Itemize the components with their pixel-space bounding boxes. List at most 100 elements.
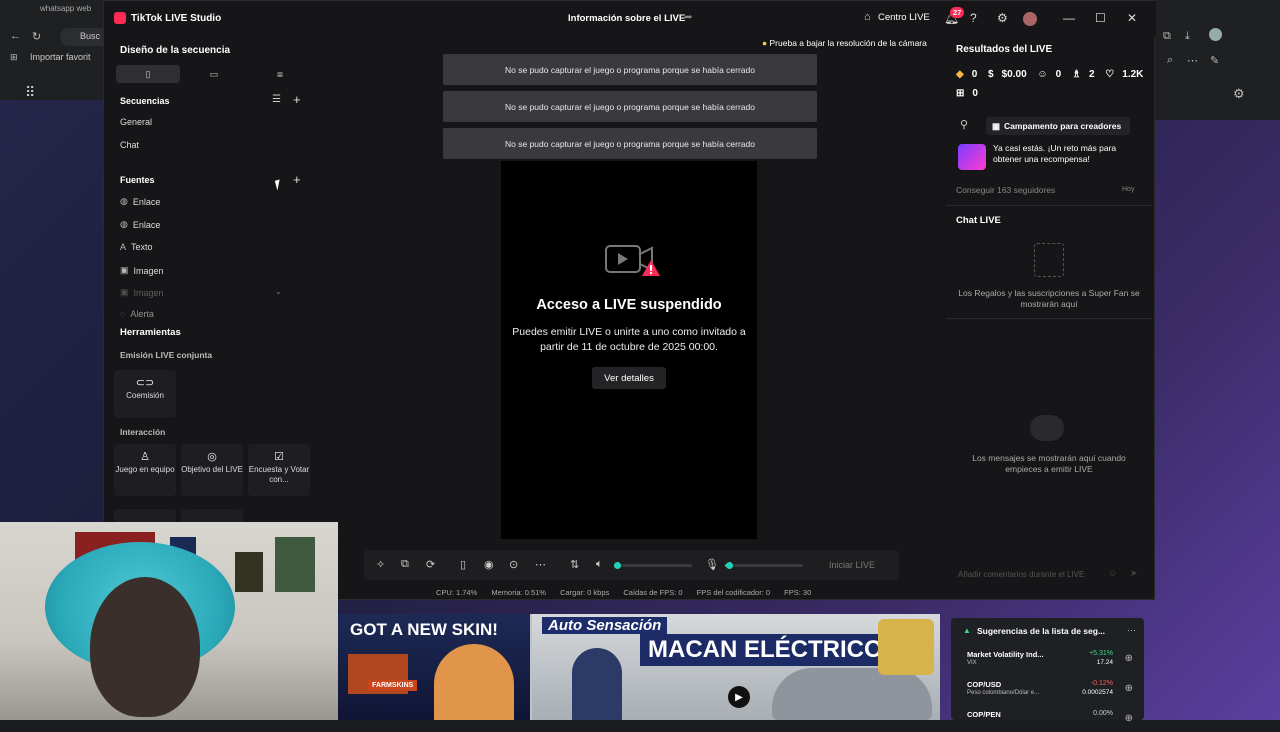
bookmark-import[interactable]: Importar favorit — [30, 52, 91, 62]
list-icon[interactable]: ☰ — [272, 94, 281, 105]
settings-icon[interactable]: ⚙ — [997, 11, 1008, 25]
dual-layout-button[interactable]: ⧈ — [248, 65, 312, 83]
source-label: Alerta — [130, 309, 154, 319]
microphone-icon[interactable]: 🎙︎ — [705, 558, 719, 571]
more-icon[interactable]: ⋯ — [1127, 625, 1136, 636]
market-row[interactable]: COP/USD Peso colombiano/Dólar e... -0.12… — [967, 680, 1137, 702]
gift-box-icon — [1034, 243, 1064, 277]
advertisement-banner[interactable]: GOT A NEW SKIN! FARMSKINS Auto Sensación… — [338, 614, 940, 720]
source-item[interactable]: ◍ Enlace — [120, 219, 160, 230]
source-item[interactable]: ▣ Imagen — [120, 265, 164, 276]
magic-icon[interactable]: ✧ — [376, 558, 385, 571]
avatar[interactable] — [1023, 12, 1037, 26]
fps-drops-stat: Caídas de FPS: 0 — [623, 588, 683, 597]
sequence-item[interactable]: Chat — [120, 140, 139, 150]
mic-slider[interactable] — [725, 562, 803, 569]
live-goal-tool[interactable]: ◎ Objetivo del LIVE — [181, 444, 243, 496]
pin-icon[interactable]: ✎ — [1210, 54, 1219, 67]
market-row[interactable]: COP/PEN 0.00% ⊕ — [967, 710, 1137, 732]
live-info-title[interactable]: Información sobre el LIVE — [568, 13, 685, 24]
minimize-icon[interactable]: — — [1063, 11, 1075, 25]
image-icon: ▣ — [120, 287, 129, 297]
live-stats-row: ◆ 0 $ $0.00 ☺ 0 ♗ 2 ♡ 1.2K — [956, 69, 1151, 80]
right-panel: Resultados del LIVE ◆ 0 $ $0.00 ☺ 0 ♗ 2 ♡ 1.2… — [946, 37, 1152, 597]
layers-icon[interactable]: ⧉ — [401, 558, 409, 571]
tool-label: Objetivo del LIVE — [181, 465, 243, 474]
checkbox-icon: ☑ — [274, 451, 284, 463]
dollar-icon: $ — [988, 69, 994, 80]
portrait-layout-button[interactable]: ▯ — [116, 65, 180, 83]
interaction-title: Interacción — [120, 427, 166, 437]
watchlist-widget: ▲ Sugerencias de la lista de seg... ⋯ Ma… — [951, 618, 1144, 724]
ad-right-panel: Auto Sensación MACAN ELÉCTRICO ▶ — [532, 614, 940, 720]
source-item[interactable]: ▣ Imagen — [120, 287, 164, 298]
chevron-down-icon[interactable]: ⌄ — [275, 287, 282, 296]
details-button[interactable]: Ver detalles — [592, 367, 666, 389]
followers-stat: 2 — [1088, 69, 1095, 80]
webcam-overlay — [0, 522, 338, 720]
source-label: Enlace — [132, 196, 161, 207]
trophy-icon — [958, 144, 986, 170]
creator-camp-button[interactable]: ▦ Campamento para creadores — [986, 117, 1130, 135]
send-icon[interactable]: ➤ — [1130, 568, 1138, 579]
link-icon: ⊂⊃ — [135, 377, 155, 389]
market-row[interactable]: Market Volatility Ind... VIX +5.31% 17.2… — [967, 650, 1137, 672]
landscape-layout-button[interactable]: ▭ — [182, 65, 246, 83]
share-icon[interactable]: ➦ — [684, 12, 692, 23]
effects-icon[interactable]: ⟳ — [426, 558, 435, 571]
phone-icon[interactable]: ▯ — [460, 558, 466, 571]
more-icon[interactable]: ⋯ — [1187, 54, 1198, 67]
add-icon[interactable]: ⊕ — [1125, 653, 1133, 664]
camera-resolution-tip[interactable]: ● Prueba a bajar la resolución de la cám… — [762, 38, 927, 48]
volume-slider[interactable] — [614, 562, 692, 569]
start-live-button[interactable]: Iniciar LIVE — [816, 555, 888, 575]
play-icon[interactable]: ▶ — [728, 686, 750, 708]
mic-knob[interactable] — [726, 562, 733, 569]
title-bar: TikTok LIVE Studio Información sobre el … — [104, 1, 1156, 37]
maximize-icon[interactable]: ☐ — [1095, 11, 1106, 25]
source-item[interactable]: A Texto — [120, 242, 153, 252]
extension-icon[interactable]: ⧉ — [1163, 30, 1171, 43]
search-icon[interactable]: ⌕ — [1167, 54, 1173, 67]
source-item[interactable]: ◌ Alerta — [120, 309, 154, 319]
profile-icon[interactable] — [1209, 28, 1222, 41]
camp-label: Campamento para creadores — [1004, 121, 1122, 131]
streamer-face — [90, 577, 200, 717]
help-icon[interactable]: ? — [970, 11, 977, 25]
fps-stat: FPS: 30 — [784, 588, 812, 597]
centro-live-button[interactable]: Centro LIVE — [878, 12, 930, 23]
browser-tab[interactable]: whatsapp web — [40, 4, 110, 20]
apps-grid-icon[interactable]: ⠿ — [25, 84, 35, 101]
add-sequence-button[interactable]: + — [293, 92, 301, 107]
user-add-icon[interactable]: ⚲ — [960, 118, 968, 131]
tool-label: Coemisión — [126, 391, 164, 400]
close-icon[interactable]: ✕ — [1127, 11, 1137, 25]
add-icon[interactable]: ⊕ — [1125, 683, 1133, 694]
team-game-tool[interactable]: ♙ Juego en equipo — [114, 444, 176, 496]
source-item[interactable]: ◍ Enlace — [120, 196, 160, 207]
gear-icon[interactable]: ⚙ — [1233, 86, 1245, 102]
download-icon[interactable]: ⤓ — [1185, 30, 1190, 43]
cohost-tool[interactable]: ⊂⊃ Coemisión — [114, 370, 176, 418]
gifts-empty-text: Los Regalos y las suscripciones a Super … — [958, 288, 1140, 309]
record-icon[interactable]: ◉ — [484, 558, 494, 571]
mixer-icon[interactable]: ⇅ — [570, 558, 579, 571]
add-source-button[interactable]: + — [293, 172, 301, 187]
add-icon[interactable]: ⊕ — [1125, 713, 1133, 724]
replay-icon[interactable]: ⊙ — [509, 558, 518, 571]
emoji-icon[interactable]: ☺ — [1108, 568, 1117, 578]
left-panel: Diseño de la secuencia ▯ ▭ ⧈ Secuencias … — [112, 37, 314, 525]
more-icon[interactable]: ⋯ — [535, 558, 546, 571]
market-sub: Peso colombiano/Dólar e... — [967, 690, 1040, 696]
speaker-icon[interactable]: 🔈︎ — [596, 558, 603, 571]
volume-knob[interactable] — [614, 562, 621, 569]
bookmarks-icon[interactable]: ⊞ — [10, 52, 18, 63]
sequence-item[interactable]: General — [120, 117, 152, 127]
back-icon[interactable]: ← — [10, 30, 21, 42]
reload-icon[interactable]: ↻ — [32, 30, 41, 43]
camp-date: Hoy — [1122, 186, 1135, 193]
market-change: +5.31% — [1089, 650, 1113, 657]
divider — [946, 205, 1152, 206]
presenter-image — [572, 648, 622, 720]
poll-tool[interactable]: ☑ Encuesta y Votar con... — [248, 444, 310, 496]
